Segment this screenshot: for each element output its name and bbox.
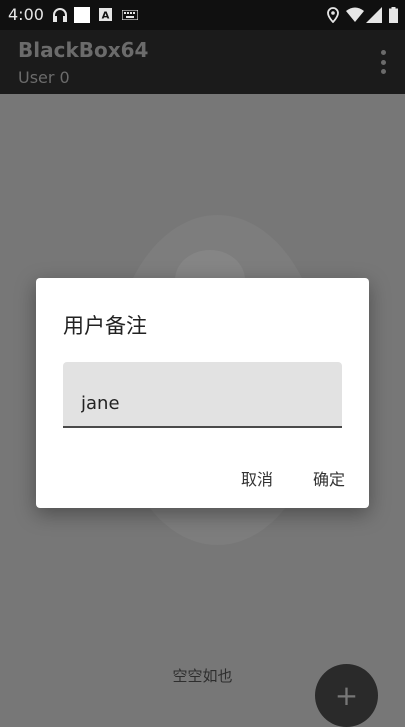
user-remark-dialog: 用户备注 取消 确定 [36,278,369,508]
location-icon [327,7,339,23]
white-square-icon [74,7,90,23]
svg-text:A: A [102,11,110,22]
ok-button[interactable]: 确定 [313,466,345,490]
app-subtitle: User 0 [18,68,70,87]
a-box-icon: A [99,8,112,21]
app-bar: BlackBox64 User 0 [0,30,405,94]
dialog-title: 用户备注 [63,314,147,338]
app-title: BlackBox64 [18,38,149,62]
status-time: 4:00 [8,5,44,24]
battery-icon [389,7,398,23]
headphones-icon [53,8,67,22]
wifi-icon [346,7,364,22]
keyboard-icon [122,10,138,20]
status-bar: 4:00 A [0,0,405,30]
cancel-button[interactable]: 取消 [241,466,273,490]
overflow-menu-icon[interactable] [379,50,387,74]
remark-input[interactable] [81,393,321,414]
plus-icon: + [334,679,359,712]
add-fab-button[interactable]: + [315,664,378,727]
remark-input-container[interactable] [63,362,342,428]
signal-icon [366,7,382,23]
